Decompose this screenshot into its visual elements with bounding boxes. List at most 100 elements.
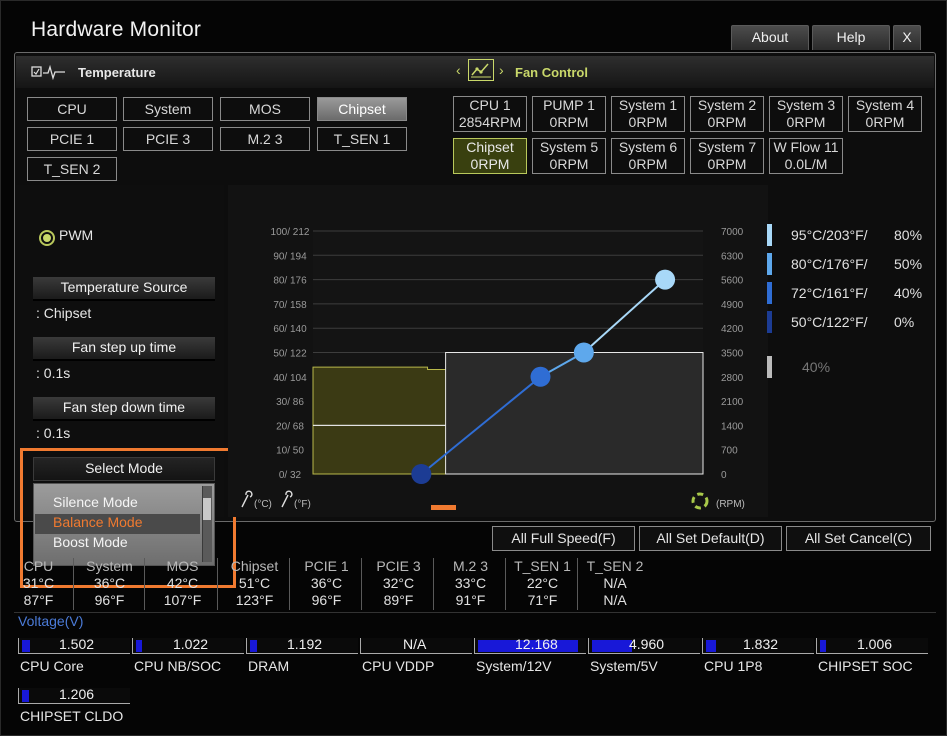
- legend-pct-1: 80%: [894, 227, 923, 243]
- window-title: Hardware Monitor: [31, 18, 202, 41]
- fan-curve-point: [411, 464, 432, 484]
- temp-reading-f: 96°F: [94, 592, 125, 608]
- voltage-header: Voltage(V): [18, 613, 84, 629]
- fan-curve-svg[interactable]: 100/ 212 700090/ 194 630080/ 176 560070/ 15…: [228, 185, 768, 517]
- mode-option-boost[interactable]: Boost Mode: [53, 534, 128, 550]
- fan-chipset[interactable]: Chipset 0RPM: [453, 138, 527, 174]
- fan-system4[interactable]: System 4 0RPM: [848, 96, 922, 132]
- all-set-default-button[interactable]: All Set Default(D): [639, 526, 782, 551]
- fan-step-down-header: Fan step down time: [33, 397, 215, 421]
- left-tick-label: 20/ 68: [276, 421, 304, 432]
- voltage-value: 12.168: [515, 636, 558, 652]
- fan-step-up-header: Fan step up time: [33, 337, 215, 361]
- voltage-meter-2: 1.022: [132, 636, 244, 654]
- chevron-left-icon[interactable]: ‹: [456, 62, 461, 78]
- voltage-label: CPU VDDP: [362, 658, 435, 674]
- thermometer-icon: [281, 490, 293, 508]
- voltage-label: DRAM: [248, 658, 290, 674]
- temp-reading-f: 123°F: [235, 592, 274, 608]
- select-mode-header[interactable]: Select Mode: [33, 457, 215, 481]
- left-tick-label: 100/ 212: [271, 227, 310, 238]
- legend-swatch-1: [767, 224, 772, 246]
- voltage-label: CPU NB/SOC: [134, 658, 222, 674]
- voltage-value: 1.206: [59, 686, 95, 702]
- fan-control-header: Fan Control: [515, 65, 588, 80]
- temp-reading-6: PCIE 3 32°C 89°F: [364, 558, 434, 610]
- voltage-level-bar: [820, 640, 826, 652]
- fan-system1[interactable]: System 1 0RPM: [611, 96, 685, 132]
- temp-reading-c: 36°C: [93, 575, 126, 591]
- mode-scrollbar[interactable]: [202, 486, 212, 562]
- chevron-right-icon[interactable]: ›: [499, 62, 504, 78]
- temp-reading-1: CPU 31°C 87°F: [4, 558, 74, 610]
- temp-reading-name: T_SEN 2: [586, 558, 644, 574]
- legend-temp-1: 95°C/203°F/: [791, 227, 868, 243]
- fan-system5[interactable]: System 5 0RPM: [532, 138, 606, 174]
- fan-pump1[interactable]: PUMP 1 0RPM: [532, 96, 606, 132]
- all-full-speed-button[interactable]: All Full Speed(F): [492, 526, 635, 551]
- left-tick-label: 40/ 104: [273, 373, 307, 384]
- voltage-label: System/12V: [476, 658, 552, 674]
- temp-reading-9: T_SEN 2 N/A N/A: [580, 558, 650, 610]
- temp-reading-2: System 36°C 96°F: [75, 558, 145, 610]
- temp-reading-c: 33°C: [454, 575, 487, 591]
- temp-reading-c: 42°C: [166, 575, 199, 591]
- legend-temp-4: 50°C/122°F/: [791, 314, 868, 330]
- fan-wflow11[interactable]: W Flow 11 0.0L/M: [769, 138, 843, 174]
- temp-source-m2-3[interactable]: M.2 3: [220, 127, 310, 151]
- temp-reading-f: N/A: [603, 592, 627, 608]
- voltage-meter-7: 1.832: [702, 636, 814, 654]
- right-tick-label: 4200: [721, 324, 744, 335]
- right-tick-label: 0: [721, 470, 727, 481]
- voltage-meter-3: 1.192: [246, 636, 358, 654]
- fan-system3[interactable]: System 3 0RPM: [769, 96, 843, 132]
- about-button[interactable]: About: [731, 25, 809, 50]
- temp-source-tsen1[interactable]: T_SEN 1: [317, 127, 407, 151]
- voltage-meter-5: 12.168: [474, 636, 586, 654]
- temp-source-mos[interactable]: MOS: [220, 97, 310, 121]
- fan-icon: [691, 492, 709, 510]
- right-tick-label: 4900: [721, 300, 744, 311]
- right-tick-label: 1400: [721, 421, 744, 432]
- voltage-level-bar: [250, 640, 257, 652]
- legend-temp-2: 80°C/176°F/: [791, 256, 868, 272]
- temp-source-pcie3[interactable]: PCIE 3: [123, 127, 213, 151]
- legend-swatch-4: [767, 311, 772, 333]
- rpm-unit-label: (RPM): [716, 499, 745, 510]
- fan-step-down-value[interactable]: : 0.1s: [36, 425, 70, 441]
- right-tick-label: 3500: [721, 349, 744, 360]
- temp-source-system[interactable]: System: [123, 97, 213, 121]
- temp-source-cpu[interactable]: CPU: [27, 97, 117, 121]
- temp-reading-c: 32°C: [382, 575, 415, 591]
- temp-source-tsen2[interactable]: T_SEN 2: [27, 157, 117, 181]
- pwm-radio[interactable]: [39, 230, 55, 246]
- temperature-source-header: Temperature Source: [33, 277, 215, 301]
- temp-source-pcie1[interactable]: PCIE 1: [27, 127, 117, 151]
- fan-curve-chart: 100/ 212 7000 90/ 194 6300 80/ 176 5600 70/ 15…: [228, 185, 768, 517]
- temp-reading-f: 96°F: [311, 592, 342, 608]
- temp-reading-name: PCIE 3: [376, 558, 421, 574]
- help-button[interactable]: Help: [812, 25, 890, 50]
- voltage-meter-4: N/A: [360, 636, 472, 654]
- temp-reading-c: 31°C: [22, 575, 55, 591]
- fan-system2[interactable]: System 2 0RPM: [690, 96, 764, 132]
- voltage-level-bar: [592, 640, 632, 652]
- temperature-header: Temperature: [78, 65, 156, 80]
- mode-option-silence[interactable]: Silence Mode: [53, 494, 138, 510]
- close-button[interactable]: X: [893, 25, 921, 50]
- legend-swatch-2: [767, 253, 772, 275]
- right-tick-label: 6300: [721, 251, 744, 262]
- voltage-divider: [14, 612, 936, 613]
- mode-option-balance[interactable]: Balance Mode: [53, 514, 143, 530]
- fan-curve-point: [530, 366, 551, 387]
- temp-source-chipset[interactable]: Chipset: [317, 97, 407, 121]
- fan-step-up-value[interactable]: : 0.1s: [36, 365, 70, 381]
- all-set-cancel-button[interactable]: All Set Cancel(C): [786, 526, 931, 551]
- xlabel-fahrenheit: (°F): [294, 499, 311, 510]
- fan-cpu1[interactable]: CPU 1 2854RPM: [453, 96, 527, 132]
- temp-reading-5: PCIE 1 36°C 96°F: [292, 558, 362, 610]
- temp-reading-4: Chipset 51°C 123°F: [220, 558, 290, 610]
- fan-system6[interactable]: System 6 0RPM: [611, 138, 685, 174]
- left-tick-label: 60/ 140: [273, 324, 307, 335]
- fan-system7[interactable]: System 7 0RPM: [690, 138, 764, 174]
